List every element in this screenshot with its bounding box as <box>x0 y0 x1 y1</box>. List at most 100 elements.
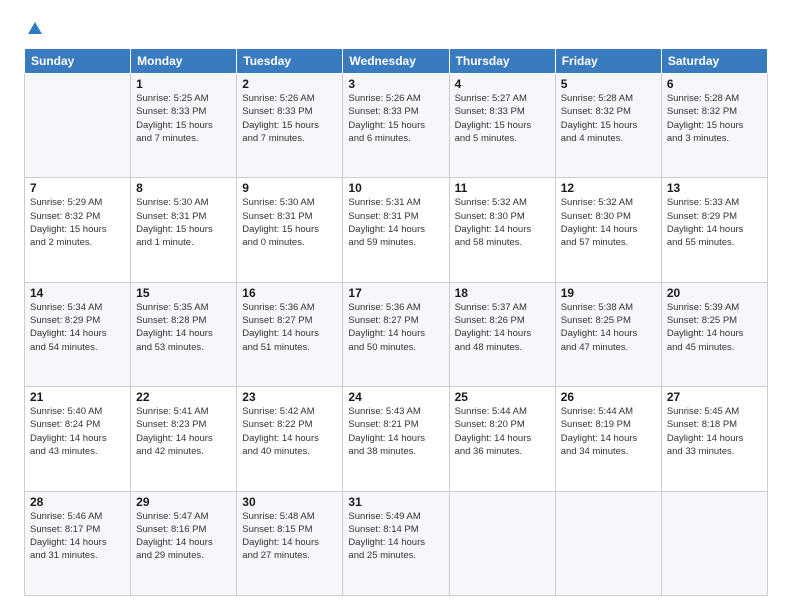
calendar-cell: 20Sunrise: 5:39 AM Sunset: 8:25 PM Dayli… <box>661 282 767 386</box>
cell-date-number: 7 <box>30 181 125 195</box>
cell-date-number: 22 <box>136 390 231 404</box>
calendar-cell: 17Sunrise: 5:36 AM Sunset: 8:27 PM Dayli… <box>343 282 449 386</box>
logo <box>24 20 44 38</box>
cell-info-text: Sunrise: 5:43 AM Sunset: 8:21 PM Dayligh… <box>348 405 443 458</box>
cell-date-number: 11 <box>455 181 550 195</box>
cell-date-number: 25 <box>455 390 550 404</box>
calendar-cell: 30Sunrise: 5:48 AM Sunset: 8:15 PM Dayli… <box>237 491 343 595</box>
calendar-cell: 26Sunrise: 5:44 AM Sunset: 8:19 PM Dayli… <box>555 387 661 491</box>
cell-date-number: 31 <box>348 495 443 509</box>
cell-info-text: Sunrise: 5:44 AM Sunset: 8:20 PM Dayligh… <box>455 405 550 458</box>
cell-info-text: Sunrise: 5:41 AM Sunset: 8:23 PM Dayligh… <box>136 405 231 458</box>
weekday-header-monday: Monday <box>131 49 237 74</box>
cell-date-number: 24 <box>348 390 443 404</box>
cell-date-number: 16 <box>242 286 337 300</box>
cell-date-number: 18 <box>455 286 550 300</box>
cell-info-text: Sunrise: 5:36 AM Sunset: 8:27 PM Dayligh… <box>242 301 337 354</box>
cell-info-text: Sunrise: 5:37 AM Sunset: 8:26 PM Dayligh… <box>455 301 550 354</box>
cell-info-text: Sunrise: 5:38 AM Sunset: 8:25 PM Dayligh… <box>561 301 656 354</box>
calendar-cell: 7Sunrise: 5:29 AM Sunset: 8:32 PM Daylig… <box>25 178 131 282</box>
calendar-cell: 16Sunrise: 5:36 AM Sunset: 8:27 PM Dayli… <box>237 282 343 386</box>
weekday-header-sunday: Sunday <box>25 49 131 74</box>
cell-info-text: Sunrise: 5:35 AM Sunset: 8:28 PM Dayligh… <box>136 301 231 354</box>
calendar-cell: 12Sunrise: 5:32 AM Sunset: 8:30 PM Dayli… <box>555 178 661 282</box>
weekday-header-friday: Friday <box>555 49 661 74</box>
week-row-4: 21Sunrise: 5:40 AM Sunset: 8:24 PM Dayli… <box>25 387 768 491</box>
calendar-cell: 13Sunrise: 5:33 AM Sunset: 8:29 PM Dayli… <box>661 178 767 282</box>
cell-date-number: 29 <box>136 495 231 509</box>
cell-info-text: Sunrise: 5:32 AM Sunset: 8:30 PM Dayligh… <box>561 196 656 249</box>
cell-date-number: 28 <box>30 495 125 509</box>
cell-info-text: Sunrise: 5:40 AM Sunset: 8:24 PM Dayligh… <box>30 405 125 458</box>
cell-date-number: 10 <box>348 181 443 195</box>
cell-info-text: Sunrise: 5:39 AM Sunset: 8:25 PM Dayligh… <box>667 301 762 354</box>
cell-info-text: Sunrise: 5:28 AM Sunset: 8:32 PM Dayligh… <box>561 92 656 145</box>
cell-info-text: Sunrise: 5:25 AM Sunset: 8:33 PM Dayligh… <box>136 92 231 145</box>
cell-date-number: 2 <box>242 77 337 91</box>
cell-info-text: Sunrise: 5:42 AM Sunset: 8:22 PM Dayligh… <box>242 405 337 458</box>
cell-date-number: 13 <box>667 181 762 195</box>
weekday-header-tuesday: Tuesday <box>237 49 343 74</box>
calendar-cell: 2Sunrise: 5:26 AM Sunset: 8:33 PM Daylig… <box>237 74 343 178</box>
calendar-cell: 27Sunrise: 5:45 AM Sunset: 8:18 PM Dayli… <box>661 387 767 491</box>
week-row-2: 7Sunrise: 5:29 AM Sunset: 8:32 PM Daylig… <box>25 178 768 282</box>
calendar-cell <box>25 74 131 178</box>
cell-info-text: Sunrise: 5:30 AM Sunset: 8:31 PM Dayligh… <box>136 196 231 249</box>
calendar-cell: 22Sunrise: 5:41 AM Sunset: 8:23 PM Dayli… <box>131 387 237 491</box>
cell-date-number: 14 <box>30 286 125 300</box>
cell-info-text: Sunrise: 5:47 AM Sunset: 8:16 PM Dayligh… <box>136 510 231 563</box>
calendar-cell: 14Sunrise: 5:34 AM Sunset: 8:29 PM Dayli… <box>25 282 131 386</box>
cell-info-text: Sunrise: 5:26 AM Sunset: 8:33 PM Dayligh… <box>242 92 337 145</box>
cell-date-number: 8 <box>136 181 231 195</box>
calendar-cell: 23Sunrise: 5:42 AM Sunset: 8:22 PM Dayli… <box>237 387 343 491</box>
cell-date-number: 15 <box>136 286 231 300</box>
calendar-cell: 25Sunrise: 5:44 AM Sunset: 8:20 PM Dayli… <box>449 387 555 491</box>
week-row-5: 28Sunrise: 5:46 AM Sunset: 8:17 PM Dayli… <box>25 491 768 595</box>
calendar-cell: 3Sunrise: 5:26 AM Sunset: 8:33 PM Daylig… <box>343 74 449 178</box>
cell-date-number: 17 <box>348 286 443 300</box>
cell-info-text: Sunrise: 5:34 AM Sunset: 8:29 PM Dayligh… <box>30 301 125 354</box>
cell-info-text: Sunrise: 5:30 AM Sunset: 8:31 PM Dayligh… <box>242 196 337 249</box>
cell-date-number: 3 <box>348 77 443 91</box>
cell-info-text: Sunrise: 5:31 AM Sunset: 8:31 PM Dayligh… <box>348 196 443 249</box>
calendar-cell <box>449 491 555 595</box>
cell-info-text: Sunrise: 5:27 AM Sunset: 8:33 PM Dayligh… <box>455 92 550 145</box>
calendar-cell: 5Sunrise: 5:28 AM Sunset: 8:32 PM Daylig… <box>555 74 661 178</box>
cell-date-number: 20 <box>667 286 762 300</box>
cell-info-text: Sunrise: 5:32 AM Sunset: 8:30 PM Dayligh… <box>455 196 550 249</box>
calendar-cell: 8Sunrise: 5:30 AM Sunset: 8:31 PM Daylig… <box>131 178 237 282</box>
cell-info-text: Sunrise: 5:48 AM Sunset: 8:15 PM Dayligh… <box>242 510 337 563</box>
calendar-cell: 18Sunrise: 5:37 AM Sunset: 8:26 PM Dayli… <box>449 282 555 386</box>
week-row-1: 1Sunrise: 5:25 AM Sunset: 8:33 PM Daylig… <box>25 74 768 178</box>
calendar-cell: 6Sunrise: 5:28 AM Sunset: 8:32 PM Daylig… <box>661 74 767 178</box>
cell-info-text: Sunrise: 5:36 AM Sunset: 8:27 PM Dayligh… <box>348 301 443 354</box>
calendar-cell: 1Sunrise: 5:25 AM Sunset: 8:33 PM Daylig… <box>131 74 237 178</box>
cell-info-text: Sunrise: 5:29 AM Sunset: 8:32 PM Dayligh… <box>30 196 125 249</box>
calendar-table: SundayMondayTuesdayWednesdayThursdayFrid… <box>24 48 768 596</box>
cell-info-text: Sunrise: 5:33 AM Sunset: 8:29 PM Dayligh… <box>667 196 762 249</box>
cell-date-number: 5 <box>561 77 656 91</box>
calendar-cell: 24Sunrise: 5:43 AM Sunset: 8:21 PM Dayli… <box>343 387 449 491</box>
cell-date-number: 23 <box>242 390 337 404</box>
weekday-header-row: SundayMondayTuesdayWednesdayThursdayFrid… <box>25 49 768 74</box>
cell-info-text: Sunrise: 5:28 AM Sunset: 8:32 PM Dayligh… <box>667 92 762 145</box>
calendar-cell: 15Sunrise: 5:35 AM Sunset: 8:28 PM Dayli… <box>131 282 237 386</box>
weekday-header-thursday: Thursday <box>449 49 555 74</box>
calendar-cell: 10Sunrise: 5:31 AM Sunset: 8:31 PM Dayli… <box>343 178 449 282</box>
calendar-cell: 11Sunrise: 5:32 AM Sunset: 8:30 PM Dayli… <box>449 178 555 282</box>
cell-date-number: 9 <box>242 181 337 195</box>
calendar-cell <box>555 491 661 595</box>
calendar-cell: 4Sunrise: 5:27 AM Sunset: 8:33 PM Daylig… <box>449 74 555 178</box>
cell-date-number: 27 <box>667 390 762 404</box>
cell-date-number: 21 <box>30 390 125 404</box>
calendar-cell: 31Sunrise: 5:49 AM Sunset: 8:14 PM Dayli… <box>343 491 449 595</box>
page: SundayMondayTuesdayWednesdayThursdayFrid… <box>0 0 792 612</box>
weekday-header-saturday: Saturday <box>661 49 767 74</box>
week-row-3: 14Sunrise: 5:34 AM Sunset: 8:29 PM Dayli… <box>25 282 768 386</box>
calendar-cell: 29Sunrise: 5:47 AM Sunset: 8:16 PM Dayli… <box>131 491 237 595</box>
cell-date-number: 26 <box>561 390 656 404</box>
header <box>24 20 768 38</box>
cell-date-number: 19 <box>561 286 656 300</box>
calendar-cell: 19Sunrise: 5:38 AM Sunset: 8:25 PM Dayli… <box>555 282 661 386</box>
cell-date-number: 6 <box>667 77 762 91</box>
